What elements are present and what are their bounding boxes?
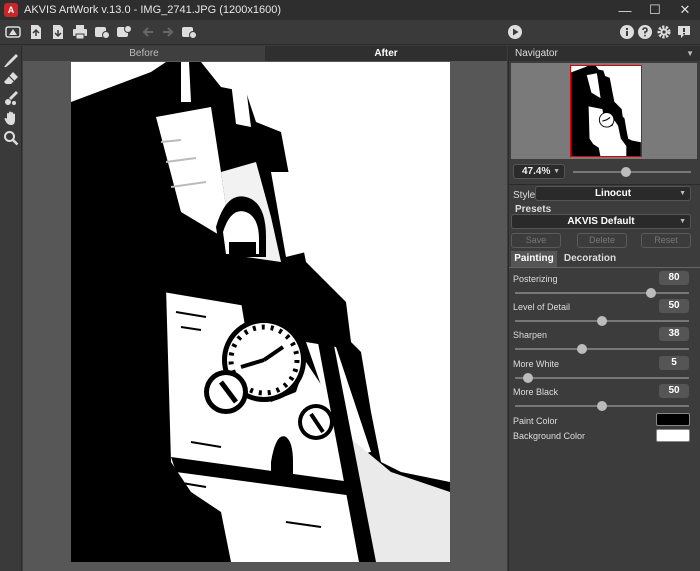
sharpen-slider[interactable] <box>515 344 689 354</box>
batch-icon[interactable] <box>93 23 111 41</box>
posterizing-label: Posterizing <box>513 274 558 284</box>
posterizing-slider[interactable] <box>515 288 689 298</box>
tab-after[interactable]: After <box>265 46 507 61</box>
plugin-icon[interactable] <box>115 23 133 41</box>
more-black-label: More Black <box>513 387 559 397</box>
level-of-detail-value[interactable]: 50 <box>659 299 689 313</box>
maximize-button[interactable]: ☐ <box>640 0 670 20</box>
more-black-slider[interactable] <box>515 401 689 411</box>
tab-before[interactable]: Before <box>23 46 265 61</box>
feedback-icon[interactable] <box>675 23 693 41</box>
app-window: A AKVIS ArtWork v.13.0 - IMG_2741.JPG (1… <box>0 0 700 571</box>
app-logo-icon: A <box>4 3 18 17</box>
window-title: AKVIS ArtWork v.13.0 - IMG_2741.JPG (120… <box>24 4 281 16</box>
reset-preset-button[interactable]: Reset <box>641 233 691 248</box>
style-value: Linocut <box>594 188 632 199</box>
more-white-label: More White <box>513 359 560 369</box>
zoom-row: 47.4% ▼ <box>511 164 697 180</box>
zoom-slider[interactable] <box>573 167 691 177</box>
paint-color-label: Paint Color <box>513 416 558 426</box>
sharpen-slider-handle[interactable] <box>577 344 587 354</box>
delete-preset-button[interactable]: Delete <box>577 233 627 248</box>
tabs-underline <box>509 267 700 268</box>
home-icon[interactable] <box>4 23 22 41</box>
level-of-detail-slider[interactable] <box>515 316 689 326</box>
tab-decoration[interactable]: Decoration <box>561 251 619 267</box>
navigator-title: Navigator <box>515 48 558 59</box>
eraser-icon[interactable] <box>3 70 19 86</box>
preset-value: AKVIS Default <box>567 216 635 227</box>
toolbar <box>0 20 700 45</box>
process-settings-icon[interactable] <box>180 23 198 41</box>
navigator-view[interactable] <box>511 63 697 159</box>
zoom-select[interactable]: 47.4% ▼ <box>513 164 565 179</box>
more-white-slider-handle[interactable] <box>523 373 533 383</box>
print-icon[interactable] <box>71 23 89 41</box>
stroke-brush-icon[interactable] <box>3 90 19 106</box>
open-icon[interactable] <box>27 23 45 41</box>
settings-panel: Navigator ▼ 47.4% ▼ Style: Linocut ▼ Pre… <box>508 46 700 571</box>
paint-color-swatch[interactable] <box>656 413 690 426</box>
canvas-frame <box>71 62 450 562</box>
background-color-swatch[interactable] <box>656 429 690 442</box>
level-of-detail-label: Level of Detail <box>513 302 571 312</box>
preset-select[interactable]: AKVIS Default ▼ <box>511 214 691 229</box>
navigator-header: Navigator ▼ <box>509 46 700 61</box>
gear-icon[interactable] <box>655 23 673 41</box>
minimize-button[interactable]: — <box>610 0 640 20</box>
close-button[interactable]: ✕ <box>670 0 700 20</box>
zoom-slider-handle[interactable] <box>621 167 631 177</box>
style-select[interactable]: Linocut ▼ <box>535 186 691 201</box>
save-icon[interactable] <box>49 23 67 41</box>
more-black-slider-handle[interactable] <box>597 401 607 411</box>
run-icon[interactable] <box>506 23 524 41</box>
navigator-thumbnail[interactable] <box>570 65 642 157</box>
more-white-value[interactable]: 5 <box>659 356 689 370</box>
collapse-icon[interactable]: ▼ <box>686 46 694 61</box>
posterizing-slider-handle[interactable] <box>646 288 656 298</box>
more-white-slider[interactable] <box>515 373 689 383</box>
window-controls: — ☐ ✕ <box>610 0 700 20</box>
save-preset-button[interactable]: Save <box>511 233 561 248</box>
image-workspace[interactable] <box>23 61 507 571</box>
sharpen-label: Sharpen <box>513 330 548 340</box>
posterizing-value[interactable]: 80 <box>659 271 689 285</box>
hand-icon[interactable] <box>3 110 19 126</box>
sharpen-value[interactable]: 38 <box>659 327 689 341</box>
navigator-viewport-frame[interactable] <box>570 65 642 157</box>
brush-icon[interactable] <box>3 52 19 68</box>
view-tabs: Before After <box>23 46 507 61</box>
title-bar: A AKVIS ArtWork v.13.0 - IMG_2741.JPG (1… <box>0 0 700 20</box>
tab-painting[interactable]: Painting <box>511 251 557 267</box>
info-icon[interactable] <box>618 23 636 41</box>
undo-icon[interactable] <box>140 23 158 41</box>
zoom-value: 47.4% <box>522 166 551 177</box>
level-of-detail-slider-handle[interactable] <box>597 316 607 326</box>
chevron-down-icon: ▼ <box>553 168 560 175</box>
tools-bar <box>0 46 22 571</box>
divider <box>509 184 700 185</box>
chevron-down-icon: ▼ <box>679 190 686 197</box>
result-image[interactable] <box>71 62 450 562</box>
chevron-down-icon: ▼ <box>679 218 686 225</box>
redo-icon[interactable] <box>158 23 176 41</box>
more-black-value[interactable]: 50 <box>659 384 689 398</box>
settings-tabs: Painting Decoration <box>509 251 700 267</box>
background-color-label: Background Color <box>513 431 586 441</box>
help-icon[interactable] <box>636 23 654 41</box>
zoom-icon[interactable] <box>3 130 19 146</box>
